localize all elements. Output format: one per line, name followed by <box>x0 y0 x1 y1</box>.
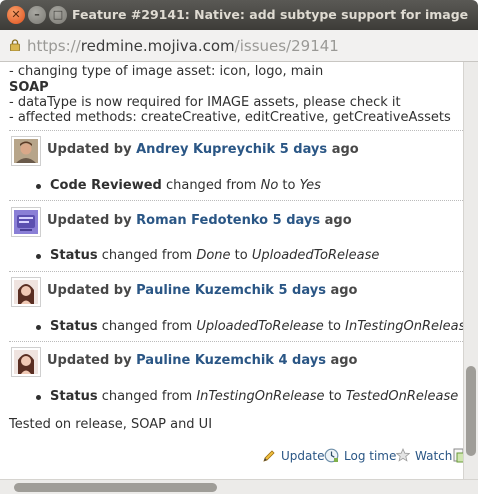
new-value: UploadedToRelease <box>251 248 380 263</box>
horizontal-scroll-thumb[interactable] <box>14 483 217 492</box>
url-protocol: https:// <box>27 37 81 55</box>
journal-header: Updated by Roman Fedotenko 5 days ago <box>47 213 352 228</box>
journal-header: Updated by Andrey Kupreychik 5 days ago <box>47 142 359 157</box>
horizontal-scrollbar[interactable] <box>0 479 478 494</box>
field-name: Code Reviewed <box>50 178 162 193</box>
to-text: to <box>327 319 341 334</box>
copy-icon[interactable] <box>453 448 463 463</box>
clock-icon[interactable] <box>324 448 339 463</box>
journal-prefix: Updated by <box>47 353 132 368</box>
vertical-scrollbar[interactable] <box>463 62 478 479</box>
address-bar[interactable]: https://redmine.mojiva.com/issues/29141 <box>0 30 478 62</box>
journal-prefix: Updated by <box>47 213 132 228</box>
journal-separator <box>9 200 463 201</box>
author-link[interactable]: Pauline Kuzemchik <box>136 353 274 368</box>
to-text: to <box>234 248 248 263</box>
soap-heading: SOAP <box>9 80 49 95</box>
field-name: Status <box>50 319 98 334</box>
pencil-icon[interactable] <box>262 449 276 463</box>
old-value: Done <box>196 248 231 263</box>
browser-window: ✕ – □ Feature #29141: Native: add subtyp… <box>0 0 478 494</box>
new-value: TestedOnRelease <box>345 389 459 404</box>
new-value: InTestingOnRelease <box>345 319 463 334</box>
avatar <box>11 207 41 237</box>
avatar <box>11 277 41 307</box>
journal-suffix: ago <box>324 213 352 228</box>
update-link[interactable]: Update <box>281 449 324 463</box>
url-path: /issues/29141 <box>234 37 339 55</box>
journal-age-link[interactable]: 5 days <box>280 142 327 157</box>
journal-age-link[interactable]: 5 days <box>273 213 320 228</box>
journal-prefix: Updated by <box>47 142 132 157</box>
avatar <box>11 347 41 377</box>
journal-separator <box>9 341 463 342</box>
minimize-window-button[interactable]: – <box>28 6 46 24</box>
journal-detail: Status changed from InTestingOnRelease t… <box>35 389 459 404</box>
field-name: Status <box>50 389 98 404</box>
old-value: UploadedToRelease <box>196 319 324 334</box>
changed-from-text: changed from <box>101 248 193 263</box>
old-value: InTestingOnRelease <box>196 389 325 404</box>
changed-from-text: changed from <box>101 389 193 404</box>
journal-prefix: Updated by <box>47 283 132 298</box>
close-window-button[interactable]: ✕ <box>7 6 25 24</box>
journal-suffix: ago <box>331 142 359 157</box>
to-text: to <box>282 178 296 193</box>
author-link[interactable]: Andrey Kupreychik <box>136 142 275 157</box>
avatar <box>11 136 41 166</box>
journal-detail: Status changed from Done to UploadedToRe… <box>35 248 380 263</box>
journal-separator <box>9 271 463 272</box>
url-text[interactable]: https://redmine.mojiva.com/issues/29141 <box>27 37 339 55</box>
old-value: No <box>260 178 279 193</box>
journal-detail: Status changed from UploadedToRelease to… <box>35 319 463 334</box>
journal-age-link[interactable]: 5 days <box>278 283 325 298</box>
changed-from-text: changed from <box>165 178 257 193</box>
log-time-link[interactable]: Log time <box>344 449 396 463</box>
journal-header: Updated by Pauline Kuzemchik 4 days ago <box>47 353 357 368</box>
journal-suffix: ago <box>330 353 358 368</box>
watch-link[interactable]: Watch <box>415 449 452 463</box>
journal-detail: Code Reviewed changed from No to Yes <box>36 178 321 193</box>
author-link[interactable]: Pauline Kuzemchik <box>136 283 274 298</box>
star-icon[interactable] <box>396 448 410 462</box>
journal-age-link[interactable]: 4 days <box>278 353 325 368</box>
url-domain: redmine.mojiva.com <box>80 37 235 55</box>
author-link[interactable]: Roman Fedotenko <box>136 213 268 228</box>
description-line: - affected methods: createCreative, edit… <box>9 110 451 125</box>
title-bar: ✕ – □ Feature #29141: Native: add subtyp… <box>0 0 478 30</box>
lock-icon <box>10 39 20 51</box>
maximize-window-button[interactable]: □ <box>49 6 67 24</box>
journal-note: Tested on release, SOAP and UI <box>9 417 213 432</box>
to-text: to <box>328 389 342 404</box>
vertical-scroll-thumb[interactable] <box>466 366 476 456</box>
issue-history: - changing type of image asset: icon, lo… <box>0 62 463 479</box>
field-name: Status <box>50 248 98 263</box>
new-value: Yes <box>299 178 321 193</box>
window-title: Feature #29141: Native: add subtype supp… <box>72 7 469 22</box>
description-heading: SOAP <box>9 80 49 95</box>
changed-from-text: changed from <box>101 319 193 334</box>
description-line: - dataType is now required for IMAGE ass… <box>9 95 401 110</box>
description-line: - changing type of image asset: icon, lo… <box>9 64 324 79</box>
journal-header: Updated by Pauline Kuzemchik 5 days ago <box>47 283 357 298</box>
journal-suffix: ago <box>330 283 358 298</box>
journal-separator <box>9 130 463 131</box>
